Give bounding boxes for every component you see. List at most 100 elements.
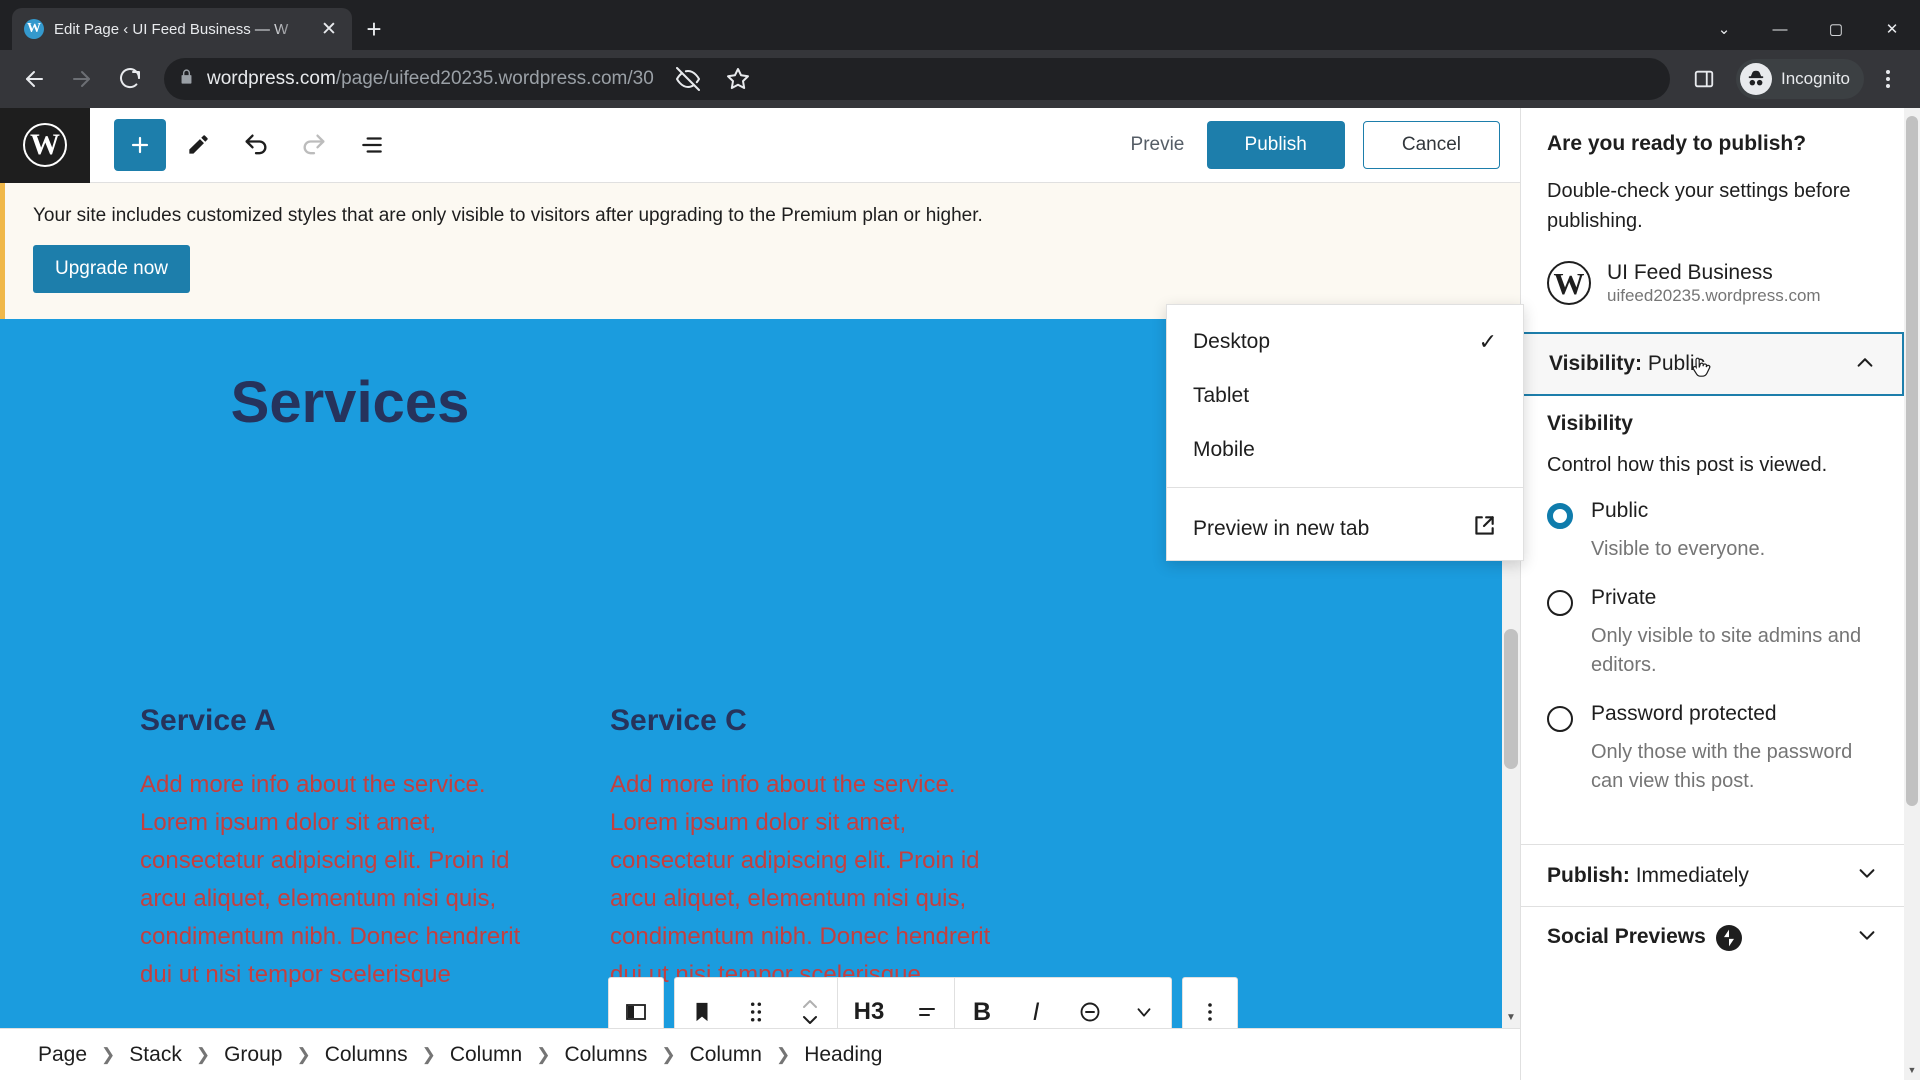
preview-option-tablet[interactable]: Tablet xyxy=(1167,369,1523,423)
breadcrumb-item-group[interactable]: Group xyxy=(224,1043,282,1067)
block-parent-group xyxy=(608,977,664,1028)
heading-level-button[interactable]: H3 xyxy=(838,978,900,1028)
url-text: wordpress.com/page/uifeed20235.wordpress… xyxy=(207,68,654,90)
scroll-down-icon[interactable]: ▼ xyxy=(1502,1008,1520,1026)
publish-button[interactable]: Publish xyxy=(1206,121,1345,169)
breadcrumb-item-page[interactable]: Page xyxy=(38,1043,87,1067)
link-icon[interactable] xyxy=(1063,978,1117,1028)
breadcrumb-separator: ❯ xyxy=(536,1044,551,1064)
minimize-to-tray-icon[interactable]: ⌄ xyxy=(1696,8,1752,50)
visibility-panel: Visibility Control how this post is view… xyxy=(1521,396,1904,844)
window-controls: ⌄ — ▢ ✕ xyxy=(1696,8,1920,50)
edit-pencil-icon[interactable] xyxy=(172,119,224,171)
preview-option-mobile[interactable]: Mobile xyxy=(1167,423,1523,477)
visibility-row-label: Visibility: Public xyxy=(1549,352,1705,376)
move-up-down-icon[interactable] xyxy=(783,978,837,1028)
breadcrumb-item-column[interactable]: Column xyxy=(450,1043,522,1067)
breadcrumb-item-heading[interactable]: Heading xyxy=(804,1043,882,1067)
visibility-label-value: Public xyxy=(1647,352,1706,376)
preview-dropdown-menu: Desktop ✓ Tablet Mobile Preview in new t… xyxy=(1166,304,1524,561)
column-paragraph[interactable]: Add more info about the service. Lorem i… xyxy=(610,766,1020,993)
url-host: wordpress.com xyxy=(207,68,336,89)
canvas-scroll-thumb[interactable] xyxy=(1504,629,1518,769)
breadcrumb: Page ❯ Stack ❯ Group ❯ Columns ❯ Column … xyxy=(0,1028,1520,1080)
column-paragraph[interactable]: Add more info about the service. Lorem i… xyxy=(140,766,550,993)
radio-label-password-protected: Password protected xyxy=(1591,702,1777,726)
visibility-toggle-row[interactable]: Visibility: Public xyxy=(1521,332,1904,397)
url-path: /page/uifeed20235.wordpress.com/30 xyxy=(335,68,654,89)
side-panel-icon[interactable] xyxy=(1682,57,1726,101)
hide-tracking-icon[interactable] xyxy=(666,57,710,101)
social-previews-label: Social Previews xyxy=(1547,924,1742,951)
maximize-icon[interactable]: ▢ xyxy=(1808,8,1864,50)
wordpress-icon: W xyxy=(24,19,44,39)
publish-label-value: Immediately xyxy=(1635,863,1749,887)
radio-private[interactable] xyxy=(1547,590,1573,617)
scroll-down-icon[interactable]: ▼ xyxy=(1904,1062,1920,1078)
bold-button[interactable]: B xyxy=(955,978,1009,1028)
incognito-profile-button[interactable]: Incognito xyxy=(1736,59,1864,99)
visibility-option-password[interactable]: Password protected xyxy=(1547,702,1878,733)
preview-new-tab-label: Preview in new tab xyxy=(1193,517,1370,540)
page-title[interactable]: Services xyxy=(0,369,700,436)
breadcrumb-separator: ❯ xyxy=(195,1044,211,1064)
breadcrumb-item-columns-2[interactable]: Columns xyxy=(564,1043,647,1067)
preview-button[interactable]: Previe xyxy=(1131,134,1189,156)
column-service-a[interactable]: Service A Add more info about the servic… xyxy=(140,704,610,993)
column-heading[interactable]: Service A xyxy=(140,704,550,738)
minimize-icon[interactable]: — xyxy=(1752,8,1808,50)
add-block-button[interactable] xyxy=(114,119,166,171)
chevron-down-icon[interactable] xyxy=(1117,978,1171,1028)
lock-icon xyxy=(178,68,195,90)
new-tab-button[interactable]: + xyxy=(352,8,396,50)
more-options-icon[interactable] xyxy=(1183,978,1237,1028)
column-layout-icon[interactable] xyxy=(609,978,663,1028)
chevron-down-icon xyxy=(1856,865,1878,886)
block-toolbar: H3 B I xyxy=(608,977,1238,1028)
reload-icon[interactable] xyxy=(108,57,152,101)
visibility-panel-description: Control how this post is viewed. xyxy=(1547,454,1828,477)
radio-label-public: Public xyxy=(1591,499,1649,523)
incognito-label: Incognito xyxy=(1781,69,1850,88)
upgrade-now-button[interactable]: Upgrade now xyxy=(33,245,191,293)
browser-menu-icon[interactable] xyxy=(1868,57,1908,101)
incognito-icon xyxy=(1740,63,1772,95)
publish-date-row[interactable]: Publish: Immediately xyxy=(1521,844,1904,906)
browser-tab[interactable]: W Edit Page ‹ UI Feed Business — W ✕ xyxy=(12,8,352,50)
wordpress-logo: W xyxy=(23,123,67,167)
breadcrumb-separator: ❯ xyxy=(775,1044,791,1064)
block-type-icon[interactable] xyxy=(675,978,729,1028)
breadcrumb-item-column-2[interactable]: Column xyxy=(690,1043,762,1067)
list-view-icon[interactable] xyxy=(346,119,398,171)
italic-button[interactable]: I xyxy=(1009,978,1063,1028)
sidebar-scroll-thumb[interactable] xyxy=(1906,116,1918,806)
preview-in-new-tab[interactable]: Preview in new tab xyxy=(1167,498,1523,560)
breadcrumb-item-columns[interactable]: Columns xyxy=(325,1043,408,1067)
wordpress-logo-button[interactable]: W xyxy=(0,107,90,183)
site-info: W UI Feed Business uifeed20235.wordpress… xyxy=(1547,260,1878,306)
radio-public[interactable] xyxy=(1547,503,1573,530)
visibility-option-private[interactable]: Private xyxy=(1547,586,1878,617)
address-bar[interactable]: wordpress.com/page/uifeed20235.wordpress… xyxy=(164,58,1670,100)
undo-icon[interactable] xyxy=(230,119,282,171)
back-icon[interactable] xyxy=(12,57,56,101)
social-previews-row[interactable]: Social Previews xyxy=(1521,906,1904,968)
browser-toolbar: wordpress.com/page/uifeed20235.wordpress… xyxy=(0,50,1920,108)
columns-block: Service A Add more info about the servic… xyxy=(0,704,1520,993)
align-icon[interactable] xyxy=(900,978,954,1028)
breadcrumb-separator: ❯ xyxy=(421,1044,436,1064)
preview-option-desktop[interactable]: Desktop ✓ xyxy=(1167,315,1523,369)
radio-password-protected[interactable] xyxy=(1547,706,1573,733)
sidebar-scrollbar[interactable]: ▼ xyxy=(1904,108,1920,1080)
preview-option-label: Tablet xyxy=(1193,384,1250,407)
publish-sidebar: Are you ready to publish? Double-check y… xyxy=(1520,108,1920,1080)
visibility-option-public[interactable]: Public xyxy=(1547,499,1878,530)
column-service-c[interactable]: Service C Add more info about the servic… xyxy=(610,704,1080,993)
close-icon[interactable]: ✕ xyxy=(318,20,340,39)
drag-handle-icon[interactable] xyxy=(729,978,783,1028)
breadcrumb-item-stack[interactable]: Stack xyxy=(129,1043,182,1067)
column-heading[interactable]: Service C xyxy=(610,704,1020,738)
cancel-button[interactable]: Cancel xyxy=(1362,121,1500,169)
close-window-icon[interactable]: ✕ xyxy=(1864,8,1920,50)
bookmark-star-icon[interactable] xyxy=(716,57,760,101)
